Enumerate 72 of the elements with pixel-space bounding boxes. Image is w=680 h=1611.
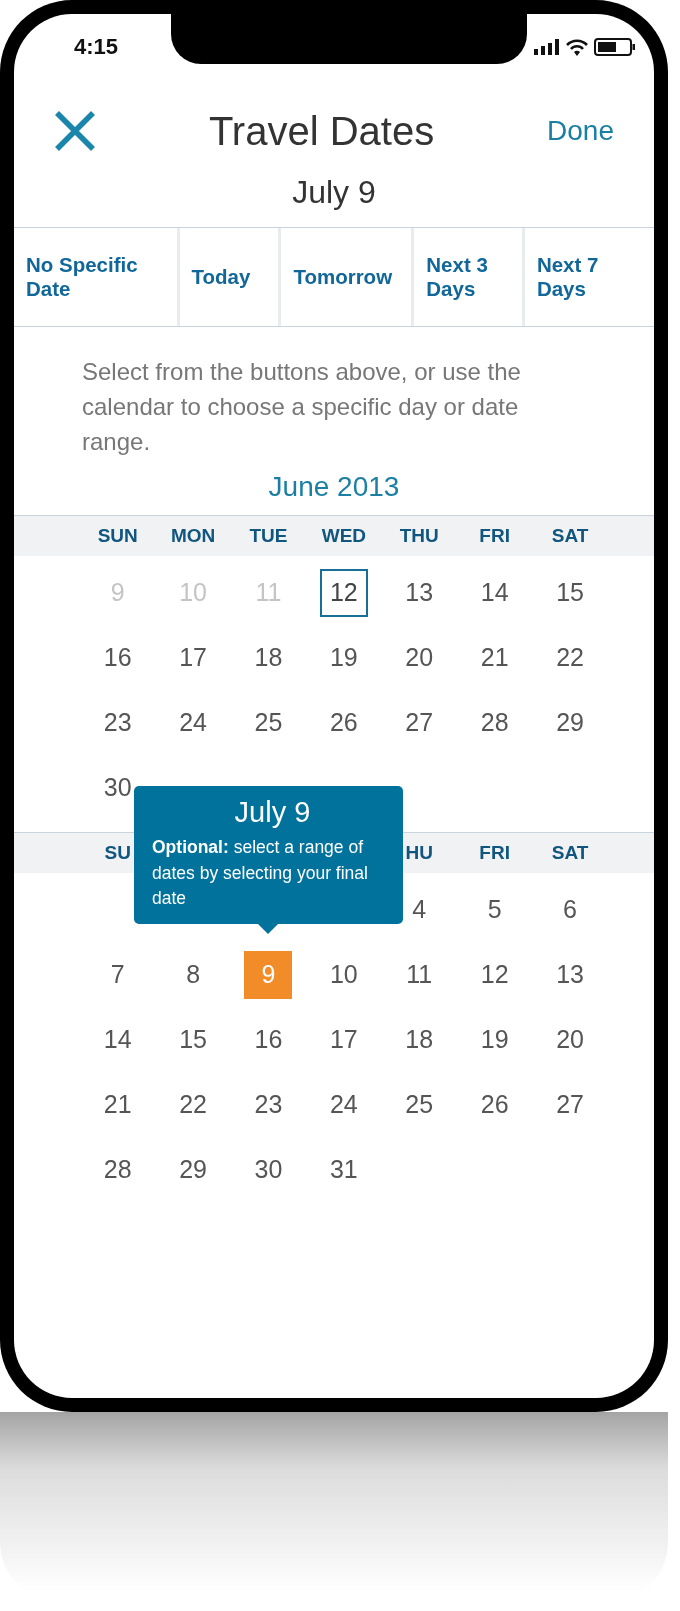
calendar-day[interactable]: 21 xyxy=(93,1080,142,1129)
date-shortcut-button[interactable]: Next 3 Days xyxy=(414,228,525,326)
date-shortcut-button[interactable]: No Specific Date xyxy=(14,228,180,326)
calendar-day[interactable]: 24 xyxy=(169,698,218,747)
calendar-day[interactable]: 16 xyxy=(93,633,142,682)
calendar-day[interactable]: 13 xyxy=(395,568,444,617)
calendar-day[interactable]: 23 xyxy=(93,698,142,747)
date-shortcut-button[interactable]: Tomorrow xyxy=(281,228,415,326)
calendar-day[interactable]: 24 xyxy=(319,1080,368,1129)
calendar-day[interactable]: 28 xyxy=(93,1145,142,1194)
date-shortcut-button[interactable]: Next 7 Days xyxy=(524,228,654,326)
screen-title: Travel Dates xyxy=(207,108,436,154)
calendar-day[interactable]: 19 xyxy=(470,1015,519,1064)
calendar-day[interactable]: 8 xyxy=(169,950,218,999)
calendar-day[interactable]: 26 xyxy=(319,698,368,747)
calendar-day[interactable]: 18 xyxy=(395,1015,444,1064)
calendar-day[interactable]: 18 xyxy=(244,633,293,682)
calendar-day[interactable]: 20 xyxy=(546,1015,595,1064)
battery-icon xyxy=(594,38,636,56)
wifi-icon xyxy=(566,38,588,56)
weekday-label: FRI xyxy=(478,525,511,548)
status-time: 4:15 xyxy=(74,34,119,60)
selected-date: July 9 xyxy=(291,173,377,212)
calendar-day[interactable]: 15 xyxy=(546,568,595,617)
calendar-day[interactable]: 15 xyxy=(169,1015,218,1064)
calendar-day[interactable]: 5 xyxy=(470,885,519,934)
weekday-label: FRI xyxy=(478,842,511,865)
calendar-day[interactable]: 31 xyxy=(319,1145,368,1194)
calendar-day[interactable]: 7 xyxy=(93,950,142,999)
calendar-day[interactable]: 23 xyxy=(244,1080,293,1129)
date-shortcut-button[interactable]: Today xyxy=(179,228,282,326)
calendar-day[interactable]: 12 xyxy=(470,950,519,999)
weekday-label: THU xyxy=(398,525,440,548)
signal-icon xyxy=(534,39,560,55)
calendar-day[interactable]: 29 xyxy=(169,1145,218,1194)
calendar-day[interactable]: 10 xyxy=(319,950,368,999)
instructions-text: Select from the buttons above, or use the calendar to choose a specific day or date range. xyxy=(81,357,522,457)
weekday-label: SAT xyxy=(550,842,590,865)
calendar-day[interactable]: 30 xyxy=(244,1145,293,1194)
calendar-day[interactable]: 29 xyxy=(546,698,595,747)
tooltip-text: Optional: select a range of dates by selecting your final date xyxy=(152,836,369,911)
calendar-day[interactable]: 28 xyxy=(470,698,519,747)
calendar-day[interactable]: 20 xyxy=(395,633,444,682)
weekday-label: HU xyxy=(404,842,434,865)
close-icon[interactable] xyxy=(54,110,96,152)
calendar-day[interactable]: 12 xyxy=(319,568,368,617)
weekday-label: SAT xyxy=(550,525,590,548)
weekday-label: MON xyxy=(169,525,217,548)
calendar-day[interactable]: 25 xyxy=(244,698,293,747)
calendar-day[interactable]: 14 xyxy=(93,1015,142,1064)
calendar-day[interactable]: 17 xyxy=(319,1015,368,1064)
calendar-day[interactable]: 14 xyxy=(470,568,519,617)
month-title: June 2013 xyxy=(267,470,401,505)
calendar-day[interactable]: 22 xyxy=(169,1080,218,1129)
calendar-day[interactable]: 21 xyxy=(470,633,519,682)
tooltip-title: July 9 xyxy=(233,796,312,830)
weekday-label: SU xyxy=(103,842,132,865)
calendar-day[interactable]: 22 xyxy=(546,633,595,682)
calendar-day[interactable]: 27 xyxy=(546,1080,595,1129)
calendar-day[interactable]: 11 xyxy=(395,950,444,999)
calendar-day[interactable]: 13 xyxy=(546,950,595,999)
done-button[interactable]: Done xyxy=(547,115,614,147)
calendar-day[interactable]: 16 xyxy=(244,1015,293,1064)
calendar-day[interactable]: 27 xyxy=(395,698,444,747)
weekday-label: TUE xyxy=(248,525,289,548)
calendar-day[interactable]: 26 xyxy=(470,1080,519,1129)
calendar-day[interactable]: 17 xyxy=(169,633,218,682)
calendar-day[interactable]: 25 xyxy=(395,1080,444,1129)
calendar-day[interactable]: 6 xyxy=(546,885,595,934)
weekday-label: SUN xyxy=(96,525,139,548)
weekday-label: WED xyxy=(320,525,368,548)
calendar-day[interactable]: 19 xyxy=(319,633,368,682)
